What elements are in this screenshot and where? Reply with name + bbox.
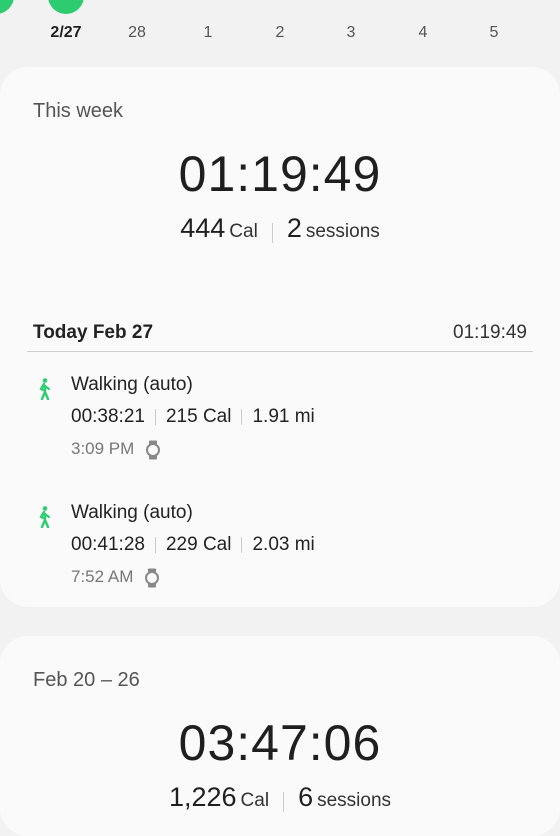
session-duration: 00:41:28 <box>71 534 145 555</box>
session-distance: 1.91 mi <box>252 406 315 427</box>
session-start-time: 3:09 PM <box>71 439 135 458</box>
date-item-5[interactable]: 5 <box>464 24 524 42</box>
calories-value: 1,226 <box>168 782 237 812</box>
card-title: This week <box>33 100 124 122</box>
stat-separator <box>154 536 156 553</box>
session-stats: 00:41:28 229 Cal 2.03 mi <box>71 534 315 556</box>
watch-icon <box>146 440 161 460</box>
session-start-time: 7:52 AM <box>71 567 134 586</box>
session-calories: 229 Cal <box>165 534 232 555</box>
sessions-value: 2 <box>286 213 302 243</box>
partial-date-indicator <box>0 0 14 14</box>
sessions-unit: sessions <box>305 221 380 242</box>
summary-separator <box>271 222 273 243</box>
watch-icon <box>145 568 160 588</box>
week-summary: 444 Cal 2 sessions <box>0 213 560 244</box>
session-stats: 00:38:21 215 Cal 1.91 mi <box>71 406 315 428</box>
date-item-5-prev[interactable]: 5 <box>0 24 24 42</box>
week-total-time: 01:19:49 <box>178 146 382 202</box>
summary-separator <box>283 791 285 812</box>
week-summary: 1,226 Cal 6 sessions <box>0 782 560 813</box>
date-item-2[interactable]: 2 <box>250 24 310 42</box>
calories-value: 444 <box>180 213 226 243</box>
calories-unit: Cal <box>229 221 258 242</box>
stat-separator <box>154 408 156 425</box>
stat-separator <box>241 408 243 425</box>
walking-icon <box>39 506 51 528</box>
date-strip: 5 2/27 28 1 2 3 4 5 <box>0 0 560 60</box>
session-name: Walking (auto) <box>71 502 193 523</box>
prev-week-card[interactable]: Feb 20 – 26 03:47:06 1,226 Cal 6 sessions <box>0 636 560 836</box>
session-distance: 2.03 mi <box>252 534 315 555</box>
card-title: Feb 20 – 26 <box>33 669 140 691</box>
week-total-time: 03:47:06 <box>178 715 382 771</box>
date-item-3[interactable]: 3 <box>321 24 381 42</box>
walking-icon <box>39 378 51 400</box>
day-header: Today Feb 27 01:19:49 <box>33 322 527 346</box>
day-label: Today Feb 27 <box>33 322 154 343</box>
date-item-selected[interactable]: 2/27 <box>36 24 96 42</box>
session-time-row: 3:09 PM <box>71 439 161 460</box>
selected-date-indicator <box>48 0 84 14</box>
session-duration: 00:38:21 <box>71 406 145 427</box>
date-item-1[interactable]: 1 <box>178 24 238 42</box>
session-item[interactable]: Walking (auto) 00:41:28 229 Cal 2.03 mi 7:… <box>0 502 560 592</box>
session-name: Walking (auto) <box>71 374 193 395</box>
stat-separator <box>241 536 243 553</box>
session-item[interactable]: Walking (auto) 00:38:21 215 Cal 1.91 mi 3:… <box>0 374 560 464</box>
sessions-value: 6 <box>298 782 314 812</box>
day-total-time: 01:19:49 <box>453 322 527 343</box>
session-time-row: 7:52 AM <box>71 567 160 588</box>
divider <box>27 351 533 352</box>
session-calories: 215 Cal <box>165 406 232 427</box>
sessions-unit: sessions <box>317 790 392 811</box>
calories-unit: Cal <box>240 790 270 811</box>
date-item-4[interactable]: 4 <box>393 24 453 42</box>
date-item-28[interactable]: 28 <box>107 24 167 42</box>
